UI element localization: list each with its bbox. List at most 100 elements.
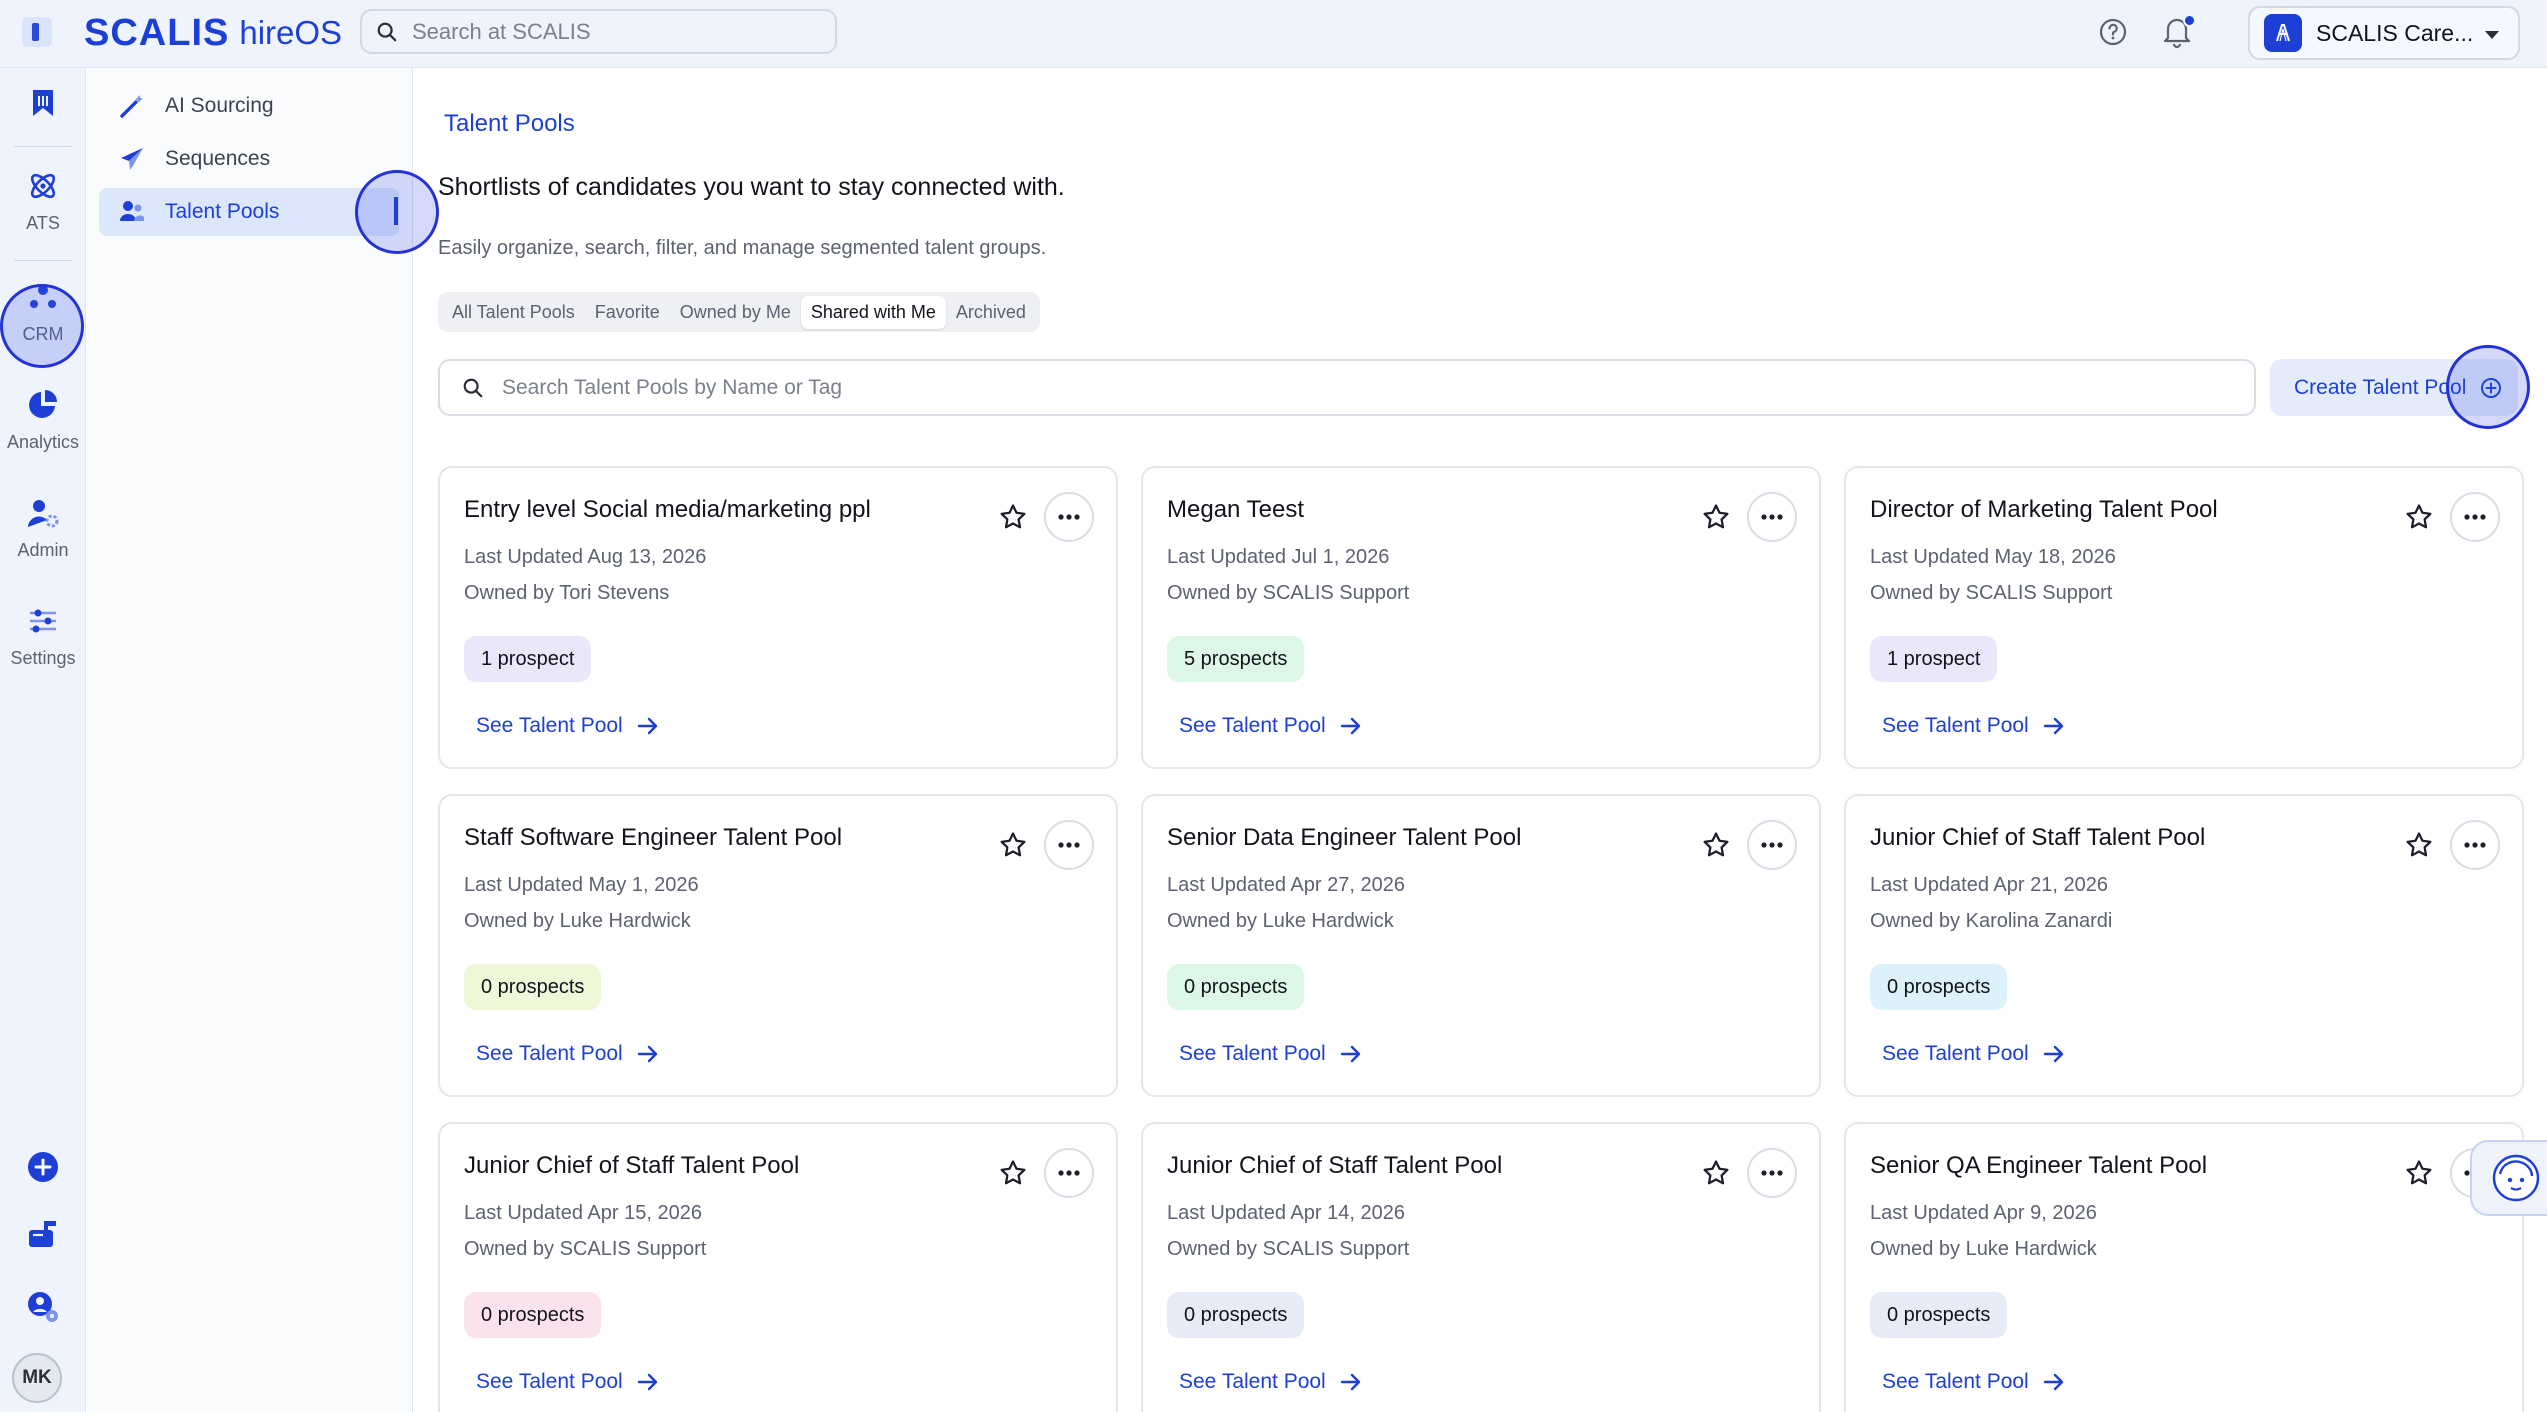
- talent-pool-search-input[interactable]: [502, 375, 2254, 400]
- more-options-button[interactable]: [1747, 820, 1797, 870]
- talent-pool-title[interactable]: Director of Marketing Talent Pool: [1870, 496, 2218, 524]
- talent-pool-card[interactable]: Senior QA Engineer Talent Pool Last Updat…: [1844, 1122, 2524, 1412]
- more-options-button[interactable]: [1044, 1148, 1094, 1198]
- last-updated: Last Updated May 18, 2026: [1870, 546, 2116, 568]
- tab-favorite[interactable]: Favorite: [585, 296, 670, 329]
- see-talent-pool-link[interactable]: See Talent Pool: [1882, 1042, 2065, 1066]
- arrow-right-icon: [2029, 1373, 2065, 1391]
- more-options-button[interactable]: [1044, 492, 1094, 542]
- main-content: Talent Pools Shortlists of candidates yo…: [414, 68, 2547, 1412]
- see-talent-pool-link[interactable]: See Talent Pool: [1179, 1042, 1362, 1066]
- brand-logo[interactable]: SCALIS hireOS: [84, 10, 342, 56]
- talent-pool-card[interactable]: Junior Chief of Staff Talent Pool Last Up…: [1141, 1122, 1821, 1412]
- filter-tabs: All Talent Pools Favorite Owned by Me Sh…: [438, 292, 1040, 332]
- primary-rail: ATS CRM Analytics Admin Settings: [0, 68, 86, 1412]
- talent-pool-card[interactable]: Megan Teest Last Updated Jul 1, 2026 Owned…: [1141, 466, 1821, 769]
- talent-pool-title[interactable]: Junior Chief of Staff Talent Pool: [1167, 1152, 1502, 1180]
- favorite-star-icon[interactable]: [996, 1156, 1030, 1190]
- talent-pool-search[interactable]: [438, 359, 2256, 416]
- rail-inbox-button[interactable]: [0, 1218, 86, 1252]
- talent-pool-card[interactable]: Junior Chief of Staff Talent Pool Last Up…: [1844, 794, 2524, 1097]
- talent-pool-title[interactable]: Junior Chief of Staff Talent Pool: [1870, 824, 2205, 852]
- ellipsis-icon: [1058, 842, 1080, 848]
- see-talent-pool-link[interactable]: See Talent Pool: [1179, 714, 1362, 738]
- user-avatar[interactable]: MK: [12, 1353, 62, 1403]
- create-button-label: Create Talent Pool: [2294, 375, 2467, 399]
- talent-pool-title[interactable]: Junior Chief of Staff Talent Pool: [464, 1152, 799, 1180]
- talent-pool-title[interactable]: Staff Software Engineer Talent Pool: [464, 824, 842, 852]
- more-options-button[interactable]: [1747, 492, 1797, 542]
- assistant-launcher[interactable]: [2470, 1140, 2547, 1216]
- subnav-item-talent-pools[interactable]: Talent Pools: [99, 188, 399, 236]
- favorite-star-icon[interactable]: [2402, 1156, 2436, 1190]
- talent-pool-card[interactable]: Entry level Social media/marketing ppl La…: [438, 466, 1118, 769]
- link-label: See Talent Pool: [1882, 1042, 2029, 1065]
- talent-pool-title[interactable]: Senior QA Engineer Talent Pool: [1870, 1152, 2207, 1180]
- ellipsis-icon: [2464, 514, 2486, 520]
- see-talent-pool-link[interactable]: See Talent Pool: [1179, 1370, 1362, 1394]
- see-talent-pool-link[interactable]: See Talent Pool: [1882, 714, 2065, 738]
- owner: Owned by SCALIS Support: [464, 1238, 707, 1260]
- search-icon: [462, 377, 484, 399]
- rail-item-analytics[interactable]: Analytics: [0, 388, 86, 453]
- talent-pool-card[interactable]: Senior Data Engineer Talent Pool Last Upd…: [1141, 794, 1821, 1097]
- talent-pool-title[interactable]: Megan Teest: [1167, 496, 1304, 524]
- sidebar-toggle-button[interactable]: [22, 17, 52, 47]
- favorite-star-icon[interactable]: [1699, 1156, 1733, 1190]
- talent-pool-card[interactable]: Junior Chief of Staff Talent Pool Last Up…: [438, 1122, 1118, 1412]
- more-options-button[interactable]: [1747, 1148, 1797, 1198]
- see-talent-pool-link[interactable]: See Talent Pool: [476, 714, 659, 738]
- favorite-star-icon[interactable]: [2402, 500, 2436, 534]
- favorite-star-icon[interactable]: [1699, 828, 1733, 862]
- prospect-count-badge: 0 prospects: [1167, 964, 1305, 1010]
- see-talent-pool-link[interactable]: See Talent Pool: [476, 1370, 659, 1394]
- rail-divider: [14, 260, 72, 261]
- favorite-star-icon[interactable]: [996, 500, 1030, 534]
- subnav-item-sequences[interactable]: Sequences: [99, 135, 399, 183]
- more-options-button[interactable]: [1044, 820, 1094, 870]
- rail-label-admin: Admin: [17, 540, 69, 560]
- more-options-button[interactable]: [2450, 820, 2500, 870]
- favorite-star-icon[interactable]: [2402, 828, 2436, 862]
- arrow-right-icon: [1326, 1373, 1362, 1391]
- favorite-star-icon[interactable]: [996, 828, 1030, 862]
- tab-owned-by-me[interactable]: Owned by Me: [670, 296, 801, 329]
- rail-profile-settings-button[interactable]: [0, 1290, 86, 1324]
- ellipsis-icon: [1761, 514, 1783, 520]
- product-name: hireOS: [239, 14, 343, 51]
- breadcrumb[interactable]: Talent Pools: [444, 110, 575, 138]
- global-search-input[interactable]: [412, 18, 835, 45]
- link-label: See Talent Pool: [1882, 1370, 2029, 1393]
- tab-all-talent-pools[interactable]: All Talent Pools: [442, 296, 585, 329]
- see-talent-pool-link[interactable]: See Talent Pool: [1882, 1370, 2065, 1394]
- talent-pool-title[interactable]: Senior Data Engineer Talent Pool: [1167, 824, 1521, 852]
- account-switcher[interactable]: SCALIS Care...: [2248, 6, 2520, 60]
- click-indicator: [0, 284, 84, 368]
- ellipsis-icon: [1761, 842, 1783, 848]
- arrow-right-icon: [2029, 717, 2065, 735]
- ellipsis-icon: [1058, 1170, 1080, 1176]
- talent-pool-card[interactable]: Staff Software Engineer Talent Pool Last …: [438, 794, 1118, 1097]
- global-search[interactable]: [360, 9, 837, 54]
- talent-pool-title[interactable]: Entry level Social media/marketing ppl: [464, 496, 871, 524]
- help-icon[interactable]: [2096, 15, 2130, 49]
- rail-add-button[interactable]: [0, 1150, 86, 1184]
- link-label: See Talent Pool: [1179, 1370, 1326, 1393]
- rail-item-admin[interactable]: Admin: [0, 496, 86, 561]
- talent-pool-card[interactable]: Director of Marketing Talent Pool Last Up…: [1844, 466, 2524, 769]
- org-name: SCALIS Care...: [2316, 19, 2474, 46]
- last-updated: Last Updated Apr 9, 2026: [1870, 1202, 2097, 1224]
- click-indicator: [355, 170, 439, 254]
- favorite-star-icon[interactable]: [1699, 500, 1733, 534]
- rail-item-saved[interactable]: [0, 86, 86, 120]
- rail-item-settings[interactable]: Settings: [0, 604, 86, 669]
- see-talent-pool-link[interactable]: See Talent Pool: [476, 1042, 659, 1066]
- subnav-item-ai-sourcing[interactable]: AI Sourcing: [99, 82, 399, 130]
- tab-shared-with-me[interactable]: Shared with Me: [800, 295, 946, 329]
- more-options-button[interactable]: [2450, 492, 2500, 542]
- arrow-right-icon: [2029, 1045, 2065, 1063]
- tab-archived[interactable]: Archived: [946, 296, 1036, 329]
- arrow-right-icon: [623, 1045, 659, 1063]
- owner: Owned by Tori Stevens: [464, 582, 670, 604]
- rail-item-ats[interactable]: ATS: [0, 169, 86, 234]
